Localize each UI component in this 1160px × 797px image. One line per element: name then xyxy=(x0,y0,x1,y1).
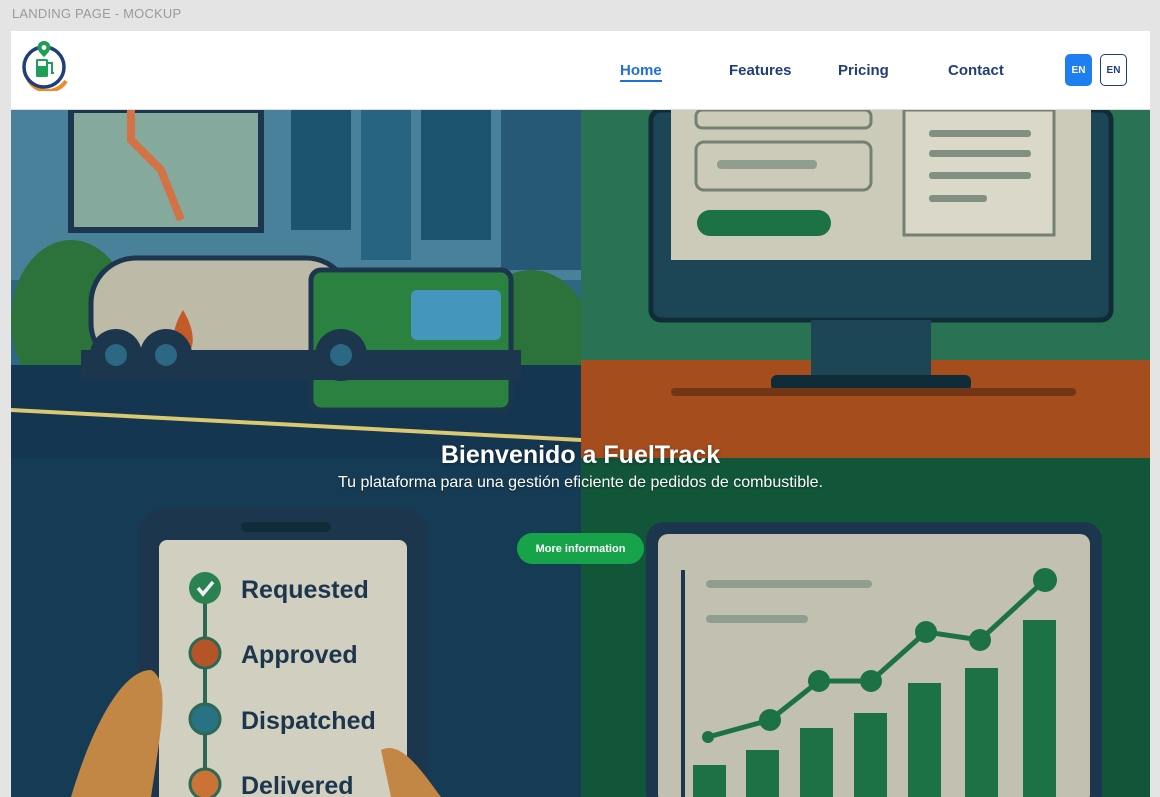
nav-features[interactable]: Features xyxy=(729,62,792,79)
navbar: Home Features Pricing Contact EN EN xyxy=(11,31,1150,110)
more-information-button[interactable]: More information xyxy=(517,533,644,564)
hero-title: Bienvenido a FuelTrack xyxy=(440,441,721,469)
language-button-primary[interactable]: EN xyxy=(1065,54,1092,86)
nav-home[interactable]: Home xyxy=(620,62,662,82)
fuel-pump-logo-icon[interactable] xyxy=(20,39,70,93)
language-button-secondary[interactable]: EN xyxy=(1100,54,1127,86)
nav-pricing[interactable]: Pricing xyxy=(838,62,889,79)
hero-subtitle: Tu plataforma para una gestión eficiente… xyxy=(337,474,824,491)
nav-contact[interactable]: Contact xyxy=(948,62,1004,79)
location-pin-icon xyxy=(37,41,51,57)
landing-page-frame: Home Features Pricing Contact EN EN Bien… xyxy=(11,31,1150,797)
canvas-label: LANDING PAGE - MOCKUP xyxy=(12,6,182,21)
hero-section: Requested Approved Dispatched Delivered xyxy=(11,110,1150,797)
